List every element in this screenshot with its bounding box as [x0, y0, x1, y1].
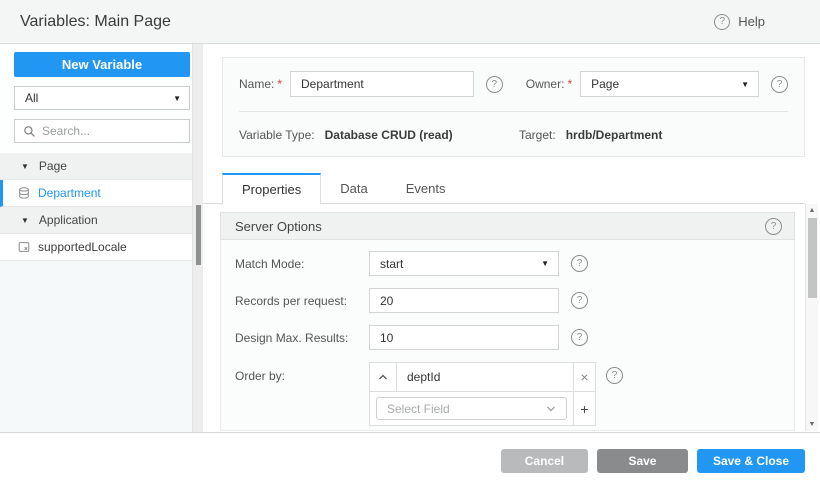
- tree-group-label: Page: [39, 159, 67, 173]
- page-title: Variables: Main Page: [20, 13, 171, 31]
- variable-name-input[interactable]: [290, 71, 474, 97]
- tab-properties[interactable]: Properties: [222, 173, 321, 204]
- design-max-results-input[interactable]: [369, 325, 559, 350]
- variables-tree: ▼ Page Department ▼ Application supporte…: [0, 153, 203, 433]
- tree-empty-area: [0, 261, 192, 433]
- variable-filter-select[interactable]: All ▼: [14, 86, 190, 110]
- panel-divider: [239, 111, 788, 112]
- save-and-close-button[interactable]: Save & Close: [697, 449, 805, 473]
- sort-direction-button[interactable]: [370, 363, 397, 391]
- locale-icon: [17, 240, 31, 254]
- match-mode-label: Match Mode:: [235, 257, 369, 271]
- tree-item-department[interactable]: Department: [0, 180, 192, 207]
- required-marker: *: [567, 77, 572, 91]
- save-button[interactable]: Save: [597, 449, 688, 473]
- tree-group-label: Application: [39, 213, 98, 227]
- target-value: hrdb/Department: [566, 128, 663, 142]
- select-field-dropdown[interactable]: Select Field: [376, 397, 567, 420]
- order-by-field-value[interactable]: deptId: [397, 363, 573, 391]
- owner-help-icon[interactable]: ?: [771, 76, 788, 93]
- server-options-help-icon[interactable]: ?: [765, 218, 782, 235]
- database-icon: [17, 186, 31, 200]
- tab-events[interactable]: Events: [387, 174, 465, 203]
- variables-dialog: Variables: Main Page ? Help New Variable…: [0, 0, 820, 489]
- variable-type-label: Variable Type:: [239, 128, 315, 142]
- tree-group-application[interactable]: ▼ Application: [0, 207, 192, 234]
- scroll-up-icon[interactable]: ▲: [806, 207, 818, 214]
- chevron-down-icon: [545, 405, 557, 413]
- target-label: Target:: [519, 128, 556, 142]
- records-per-request-label: Records per request:: [235, 294, 369, 308]
- order-by-entry-row: deptId ×: [370, 363, 595, 392]
- dropdown-arrow-icon: ▼: [541, 259, 549, 268]
- records-help-icon[interactable]: ?: [571, 292, 588, 309]
- variable-summary-panel: Name: * ? Owner: * Page ▼ ? Variable Typ…: [222, 57, 805, 157]
- chevron-up-icon: [377, 373, 389, 381]
- search-input[interactable]: [42, 124, 197, 138]
- owner-selected-value: Page: [591, 77, 619, 91]
- server-options-body: Match Mode: start ▼ ? Records per reques…: [220, 240, 795, 431]
- order-by-builder: deptId × Select Field +: [369, 362, 596, 426]
- select-field-placeholder: Select Field: [387, 402, 450, 416]
- variable-detail-panel: Name: * ? Owner: * Page ▼ ? Variable Typ…: [203, 44, 820, 432]
- tab-data[interactable]: Data: [321, 174, 386, 203]
- collapse-triangle-icon: ▼: [21, 216, 29, 225]
- add-order-field-button[interactable]: +: [573, 392, 595, 425]
- scroll-down-icon[interactable]: ▼: [806, 421, 818, 428]
- match-mode-help-icon[interactable]: ?: [571, 255, 588, 272]
- cancel-button[interactable]: Cancel: [501, 449, 588, 473]
- search-box[interactable]: [14, 119, 190, 143]
- help-label: Help: [738, 14, 765, 29]
- content-scrollbar[interactable]: ▲ ▼: [805, 204, 818, 431]
- name-label: Name:: [239, 77, 274, 91]
- filter-selected-value: All: [25, 91, 38, 105]
- match-mode-select[interactable]: start ▼: [369, 251, 559, 276]
- order-by-label: Order by:: [235, 369, 369, 383]
- order-by-add-row: Select Field +: [370, 392, 595, 425]
- tree-group-page[interactable]: ▼ Page: [0, 153, 192, 180]
- help-circle-icon: ?: [714, 14, 730, 30]
- detail-tabs: Properties Data Events: [203, 174, 805, 204]
- owner-select[interactable]: Page ▼: [580, 71, 759, 97]
- dropdown-arrow-icon: ▼: [741, 80, 749, 89]
- search-icon: [23, 125, 36, 138]
- tree-item-label: Department: [38, 186, 101, 200]
- dialog-header: Variables: Main Page ? Help: [0, 0, 820, 44]
- server-options-header: Server Options ?: [220, 212, 795, 240]
- owner-label: Owner:: [526, 77, 565, 91]
- name-help-icon[interactable]: ?: [486, 76, 503, 93]
- tree-item-supportedlocale[interactable]: supportedLocale: [0, 234, 192, 261]
- order-by-help-icon[interactable]: ?: [606, 367, 623, 384]
- server-options-section: Server Options ? Match Mode: start ▼ ? R…: [220, 212, 795, 431]
- dropdown-arrow-icon: ▼: [173, 94, 181, 103]
- sidebar-scrollbar[interactable]: [192, 44, 203, 432]
- content-scrollbar-thumb[interactable]: [808, 218, 817, 298]
- server-options-title: Server Options: [235, 219, 322, 234]
- variable-type-value: Database CRUD (read): [325, 128, 453, 142]
- match-mode-selected-value: start: [380, 257, 403, 271]
- sidebar-scrollbar-thumb[interactable]: [196, 205, 201, 265]
- records-per-request-input[interactable]: [369, 288, 559, 313]
- new-variable-button[interactable]: New Variable: [14, 52, 190, 77]
- required-marker: *: [277, 77, 282, 91]
- help-button[interactable]: ? Help: [714, 14, 765, 30]
- variables-sidebar: New Variable All ▼ ▼ Page Department: [0, 44, 203, 432]
- design-max-results-label: Design Max. Results:: [235, 331, 369, 345]
- collapse-triangle-icon: ▼: [21, 162, 29, 171]
- dialog-footer: Cancel Save Save & Close: [0, 433, 820, 489]
- tree-item-label: supportedLocale: [38, 240, 127, 254]
- remove-order-field-button[interactable]: ×: [573, 363, 595, 391]
- design-max-help-icon[interactable]: ?: [571, 329, 588, 346]
